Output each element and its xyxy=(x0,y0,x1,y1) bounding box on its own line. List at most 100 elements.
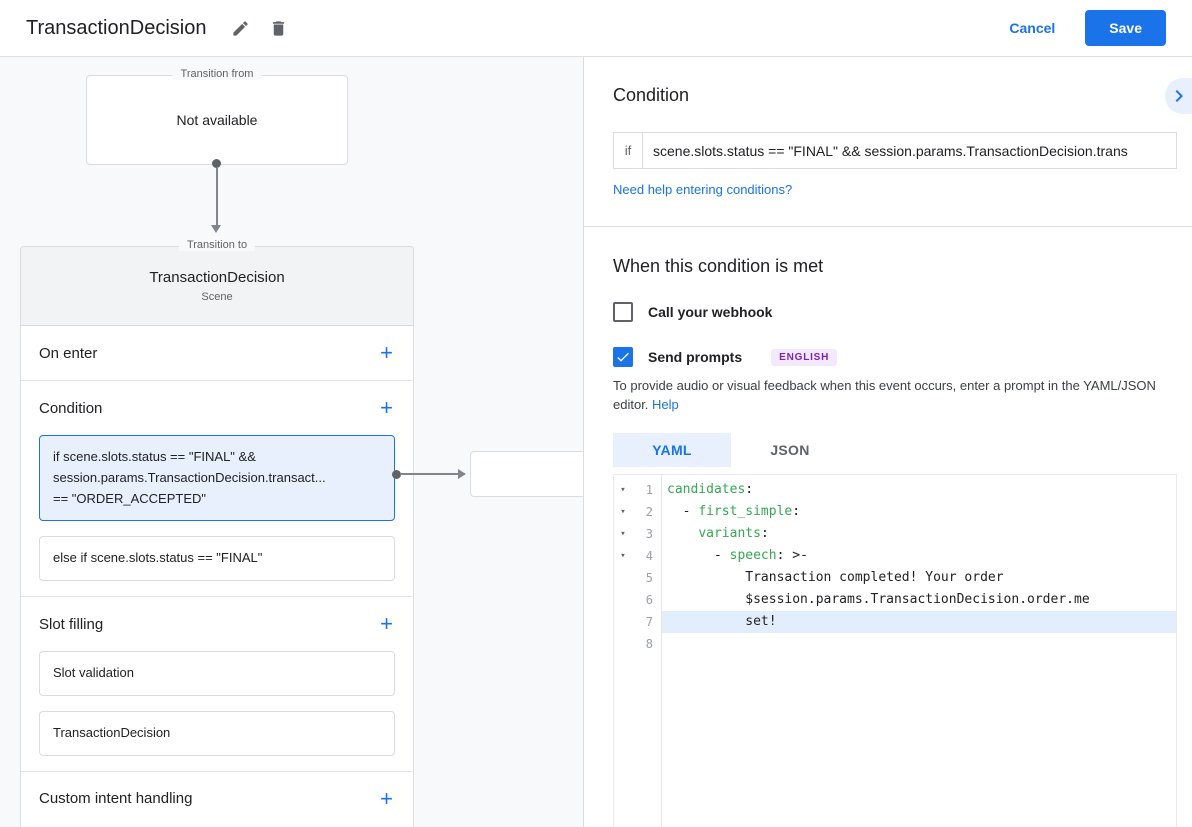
transition-from-value: Not available xyxy=(177,112,258,128)
code-token-plain: : xyxy=(761,526,769,541)
code-token-plain xyxy=(667,526,698,541)
editor-tabs: YAML JSON xyxy=(613,433,1177,467)
editor-line[interactable]: 6 $session.params.TransactionDecision.or… xyxy=(614,589,1176,611)
condition-text-line: == "ORDER_ACCEPTED" xyxy=(53,489,381,510)
pencil-icon xyxy=(231,19,250,38)
condition-text-line: if scene.slots.status == "FINAL" && xyxy=(53,447,381,468)
webhook-checkbox-row[interactable]: Call your webhook xyxy=(613,302,772,322)
panel-divider xyxy=(584,226,1192,227)
send-prompts-label: Send prompts xyxy=(648,349,742,365)
scene-diagram-canvas: Transition from Not available Transition… xyxy=(0,57,584,827)
condition-target-node[interactable] xyxy=(470,451,584,497)
section-custom-intent: Custom intent handling + xyxy=(21,771,413,826)
add-custom-intent-button[interactable]: + xyxy=(378,788,395,810)
code-token-key: candidates xyxy=(667,482,745,497)
scene-type: Scene xyxy=(201,291,232,303)
condition-help-link[interactable]: Need help entering conditions? xyxy=(613,182,792,197)
slot-card-validation[interactable]: Slot validation xyxy=(39,651,395,696)
trash-icon xyxy=(269,19,288,38)
line-number: 1 xyxy=(632,479,662,501)
code-line: variants: xyxy=(662,523,1176,545)
fold-arrow-icon[interactable]: ▾ xyxy=(614,479,632,501)
slot-filling-label: Slot filling xyxy=(39,616,103,633)
yaml-code-editor[interactable]: ▾1candidates:▾2 - first_simple:▾3 varian… xyxy=(613,474,1177,827)
editor-line[interactable]: ▾3 variants: xyxy=(614,523,1176,545)
add-slot-button[interactable]: + xyxy=(378,613,395,635)
condition-expression-input[interactable] xyxy=(642,132,1177,169)
help-link[interactable]: Help xyxy=(652,397,679,412)
code-line: Transaction completed! Your order xyxy=(662,567,1176,589)
condition-text-line: else if scene.slots.status == "FINAL" xyxy=(53,548,381,569)
delete-scene-button[interactable] xyxy=(264,14,292,42)
code-token-plain: : >- xyxy=(777,548,808,563)
code-token-plain: : xyxy=(745,482,753,497)
line-number: 5 xyxy=(632,567,662,589)
chevron-right-icon xyxy=(1167,84,1191,108)
code-token-plain: $session.params.TransactionDecision.orde… xyxy=(667,592,1090,607)
add-on-enter-button[interactable]: + xyxy=(378,342,395,364)
code-token-plain: - xyxy=(667,548,730,563)
arrow-down-icon xyxy=(211,225,221,233)
prompt-help-body: To provide audio or visual feedback when… xyxy=(613,378,1156,412)
edit-title-button[interactable] xyxy=(226,14,254,42)
transition-from-label: Transition from xyxy=(173,68,262,80)
code-token-key: speech xyxy=(730,548,777,563)
cancel-button[interactable]: Cancel xyxy=(1009,20,1055,36)
transition-to-scene-card[interactable]: Transition to TransactionDecision Scene … xyxy=(20,246,414,827)
connector-line-vertical xyxy=(216,168,218,226)
add-condition-button[interactable]: + xyxy=(378,397,395,419)
slot-card-text: TransactionDecision xyxy=(53,723,381,744)
panel-title: Condition xyxy=(613,85,1177,106)
fold-arrow-icon[interactable]: ▾ xyxy=(614,523,632,545)
fold-arrow-icon[interactable]: ▾ xyxy=(614,545,632,567)
condition-section-label: Condition xyxy=(39,400,102,417)
editor-line[interactable]: ▾2 - first_simple: xyxy=(614,501,1176,523)
code-token-plain: - xyxy=(667,504,698,519)
checkbox-checked-icon[interactable] xyxy=(613,347,633,367)
code-line: candidates: xyxy=(662,479,1176,501)
section-slot-filling: Slot filling + Slot validation Transacti… xyxy=(21,596,413,756)
slot-card-transaction-decision[interactable]: TransactionDecision xyxy=(39,711,395,756)
editor-line[interactable]: 5 Transaction completed! Your order xyxy=(614,567,1176,589)
editor-line[interactable]: 7 set! xyxy=(614,611,1176,633)
section-on-enter: On enter + xyxy=(21,326,413,380)
code-token-plain: set! xyxy=(667,614,777,629)
fold-spacer xyxy=(614,611,632,633)
condition-expression-row: if xyxy=(613,132,1177,169)
transition-from-node: Transition from Not available xyxy=(86,75,348,165)
scene-header: TransactionDecision Scene xyxy=(21,247,413,326)
tab-json[interactable]: JSON xyxy=(731,433,849,467)
section-condition: Condition + if scene.slots.status == "FI… xyxy=(21,380,413,581)
fold-arrow-icon[interactable]: ▾ xyxy=(614,501,632,523)
scene-name: TransactionDecision xyxy=(149,269,284,286)
condition-text-line: session.params.TransactionDecision.trans… xyxy=(53,468,381,489)
editor-line[interactable]: ▾4 - speech: >- xyxy=(614,545,1176,567)
top-bar: TransactionDecision Cancel Save xyxy=(0,0,1192,57)
yaml-editor-lines: ▾1candidates:▾2 - first_simple:▾3 varian… xyxy=(614,475,1176,655)
send-prompts-checkbox-row[interactable]: Send prompts ENGLISH xyxy=(613,347,837,367)
editor-line[interactable]: 8 xyxy=(614,633,1176,655)
line-number: 2 xyxy=(632,501,662,523)
connector-line-horizontal xyxy=(400,473,459,475)
language-badge: ENGLISH xyxy=(771,349,837,366)
condition-detail-panel: Condition if Need help entering conditio… xyxy=(584,57,1192,827)
checkbox-unchecked-icon[interactable] xyxy=(613,302,633,322)
line-number: 4 xyxy=(632,545,662,567)
condition-card-selected[interactable]: if scene.slots.status == "FINAL" && sess… xyxy=(39,435,395,521)
code-token-key: first_simple xyxy=(698,504,792,519)
fold-spacer xyxy=(614,589,632,611)
fold-spacer xyxy=(614,567,632,589)
on-enter-label: On enter xyxy=(39,345,97,362)
code-line: set! xyxy=(662,611,1176,633)
tab-yaml[interactable]: YAML xyxy=(613,433,731,467)
condition-card-else[interactable]: else if scene.slots.status == "FINAL" xyxy=(39,536,395,581)
page-title: TransactionDecision xyxy=(26,17,206,40)
code-token-key: variants xyxy=(698,526,761,541)
custom-intent-label: Custom intent handling xyxy=(39,790,192,807)
prompt-help-text: To provide audio or visual feedback when… xyxy=(613,377,1171,415)
code-line: - first_simple: xyxy=(662,501,1176,523)
connector-dot xyxy=(212,159,221,168)
save-button[interactable]: Save xyxy=(1085,10,1166,46)
arrow-right-icon xyxy=(458,469,466,479)
editor-line[interactable]: ▾1candidates: xyxy=(614,479,1176,501)
